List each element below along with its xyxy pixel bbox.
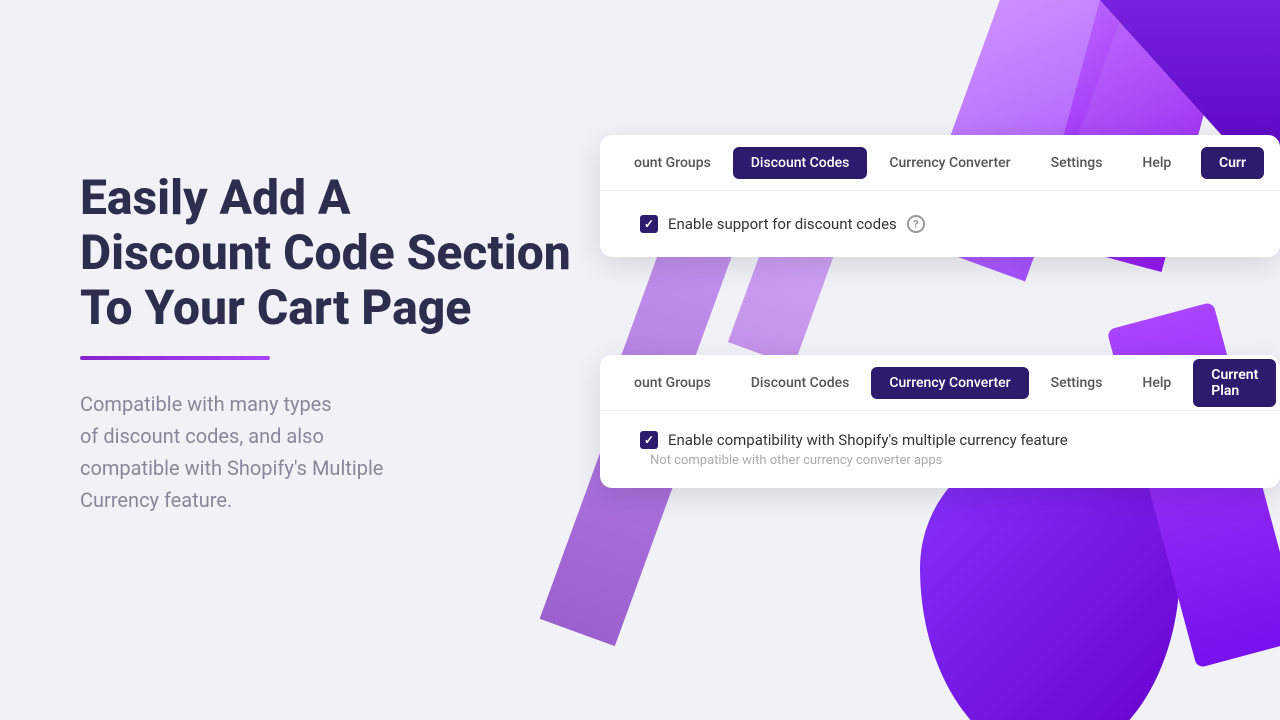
card-discount-codes: ount Groups Discount Codes Currency Conv… [600,135,1280,257]
main-heading: Easily Add A Discount Code Section To Yo… [80,170,610,336]
checkbox-label-1: Enable support for discount codes [668,215,897,233]
checkbox-currency-compat[interactable]: ✓ [640,431,658,449]
nav-bar-2: ount Groups Discount Codes Currency Conv… [600,355,1280,411]
nav-item-discount-groups-1[interactable]: ount Groups [616,147,729,179]
nav-item-discount-codes-2[interactable]: Discount Codes [733,367,868,399]
nav-item-help-2[interactable]: Help [1124,367,1189,399]
heading-divider [80,356,270,360]
nav-item-discount-codes-1[interactable]: Discount Codes [733,147,868,179]
checkbox-wrapper-2: ✓ Enable compatibility with Shopify's mu… [640,431,1240,449]
card-body-1: ✓ Enable support for discount codes ? [600,191,1280,257]
nav-btn-2[interactable]: Current Plan [1193,359,1276,407]
checkbox-label-2: Enable compatibility with Shopify's mult… [668,431,1068,449]
nav-item-currency-converter-2[interactable]: Currency Converter [871,367,1028,399]
nav-item-help-1[interactable]: Help [1124,147,1189,179]
nav-item-settings-2[interactable]: Settings [1033,367,1121,399]
nav-item-currency-converter-1[interactable]: Currency Converter [871,147,1028,179]
nav-item-discount-groups-2[interactable]: ount Groups [616,367,729,399]
nav-btn-1[interactable]: Curr [1201,147,1264,179]
checkbox-wrapper-1: ✓ Enable support for discount codes ? [640,215,925,233]
nav-bar-1: ount Groups Discount Codes Currency Conv… [600,135,1280,191]
hero-content: Easily Add A Discount Code Section To Yo… [80,170,610,516]
sub-label-2: Not compatible with other currency conve… [640,453,1240,468]
info-icon-1[interactable]: ? [907,215,925,233]
sub-description: Compatible with many types of discount c… [80,388,610,516]
card-currency-converter: ount Groups Discount Codes Currency Conv… [600,355,1280,488]
card-body-2: ✓ Enable compatibility with Shopify's mu… [600,411,1280,488]
checkbox-discount-support[interactable]: ✓ [640,215,658,233]
nav-item-settings-1[interactable]: Settings [1033,147,1121,179]
